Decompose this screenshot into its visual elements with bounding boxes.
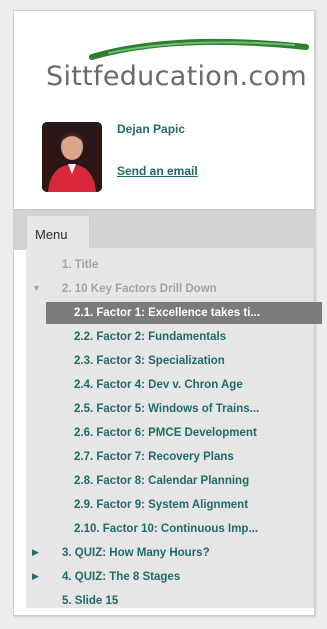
menu-item-title[interactable]: 1. Title [62,254,98,276]
tab-menu[interactable]: Menu [26,215,90,249]
triangle-down-icon[interactable]: ▼ [32,283,41,293]
triangle-right-icon[interactable]: ▶ [32,571,39,582]
menu-item-factor-7[interactable]: 2.7. Factor 7: Recovery Plans [74,446,234,468]
menu-item-factor-4[interactable]: 2.4. Factor 4: Dev v. Chron Age [74,374,243,396]
logo: Sittfeducation.com [14,11,314,111]
menu-item-factor-6[interactable]: 2.6. Factor 6: PMCE Development [74,422,257,444]
menu-item-slide-15[interactable]: 5. Slide 15 [62,590,118,612]
menu-item-factor-5[interactable]: 2.5. Factor 5: Windows of Trains... [74,398,259,420]
triangle-right-icon[interactable]: ▶ [32,547,39,558]
menu-item-factor-10[interactable]: 2.10. Factor 10: Continuous Imp... [74,518,258,540]
send-email-link[interactable]: Send an email [117,164,198,178]
menu-item-key-factors[interactable]: 2. 10 Key Factors Drill Down [62,278,217,300]
presenter-info: Dejan Papic Send an email [14,116,314,201]
menu-item-factor-8[interactable]: 2.8. Factor 8: Calendar Planning [74,470,249,492]
avatar [42,122,102,192]
menu-item-factor-1[interactable]: 2.1. Factor 1: Excellence takes ti... [46,302,322,324]
menu-item-factor-9[interactable]: 2.9. Factor 9: System Alignment [74,494,248,516]
logo-text: Sittfeducation.com [46,61,307,92]
menu-item-factor-2[interactable]: 2.2. Factor 2: Fundamentals [74,326,226,348]
menu-item-factor-3[interactable]: 2.3. Factor 3: Specialization [74,350,225,372]
sidebar-panel: Sittfeducation.com Dejan Papic Send an e… [13,10,322,616]
menu-list: 1. Title ▼ 2. 10 Key Factors Drill Down … [26,248,322,608]
presenter-name: Dejan Papic [117,122,186,136]
menu-item-quiz-hours[interactable]: 3. QUIZ: How Many Hours? [62,542,210,564]
menu-item-quiz-stages[interactable]: 4. QUIZ: The 8 Stages [62,566,180,588]
